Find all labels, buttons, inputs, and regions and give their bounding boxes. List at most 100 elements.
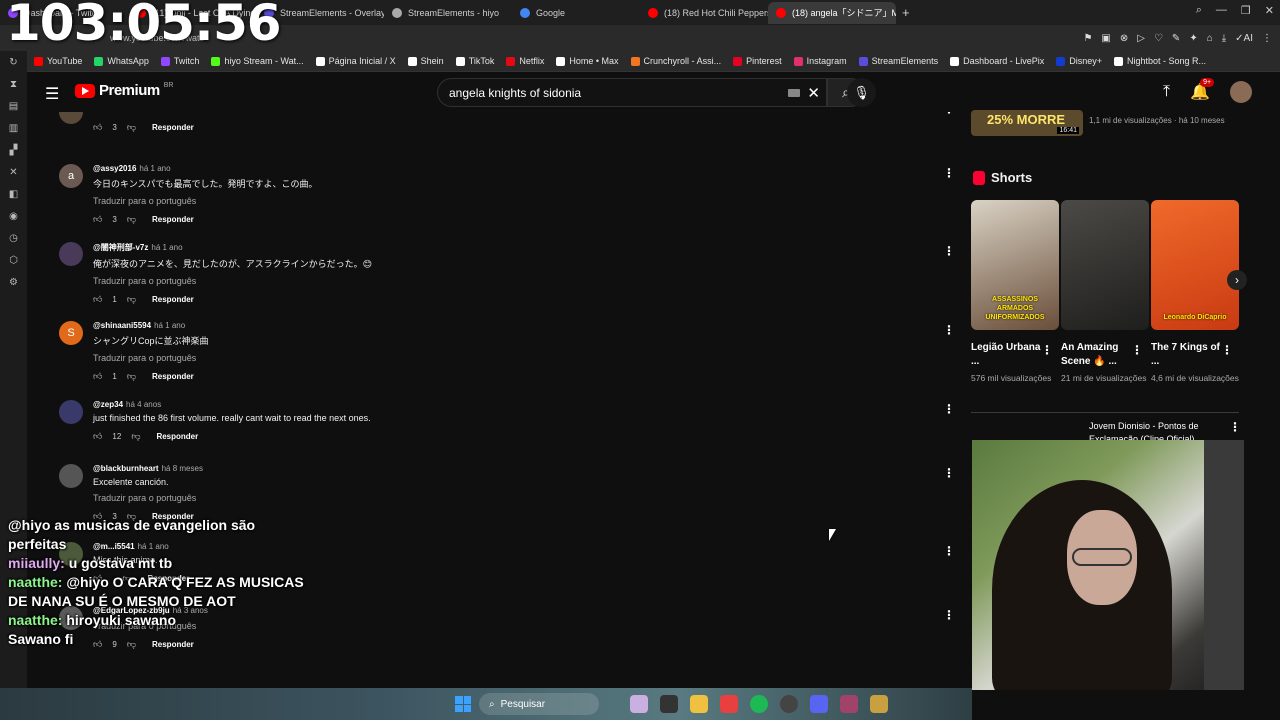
browser-tab[interactable]: StreamElements - hiyo <box>384 2 512 24</box>
translate-link[interactable]: Traduzir para o português <box>93 353 209 363</box>
app-icon[interactable]: ◧ <box>9 189 18 200</box>
bookmark-icon[interactable]: ⚑ <box>1083 33 1092 44</box>
dislike-icon[interactable]: 👎︎ <box>127 122 136 133</box>
upload-icon[interactable]: ⤒ <box>1163 83 1170 101</box>
puzzle-icon[interactable]: ✦ <box>1189 33 1197 44</box>
like-icon[interactable]: 👍︎ <box>93 431 102 442</box>
notifications-bell-icon[interactable]: 🔔 9+ <box>1190 78 1215 102</box>
dislike-icon[interactable]: 👎︎ <box>127 294 136 305</box>
reply-button[interactable]: Responder <box>152 295 194 304</box>
twitch-icon[interactable]: ▞ <box>10 145 18 156</box>
player-icon[interactable]: ◉ <box>9 211 18 222</box>
bookmark-item[interactable]: Disney+ <box>1056 56 1102 66</box>
comment-avatar[interactable] <box>59 242 83 266</box>
app-icon[interactable] <box>870 695 888 713</box>
settings-icon[interactable]: ⚙ <box>9 277 18 288</box>
bookmark-item[interactable]: Home • Max <box>556 56 619 66</box>
heart-icon[interactable]: ♡ <box>1154 33 1163 44</box>
comment-more-icon[interactable]: ⋮ <box>943 166 955 180</box>
shorts-next-button[interactable]: › <box>1227 270 1247 290</box>
discord-icon[interactable] <box>810 695 828 713</box>
pin-icon[interactable]: ⌂ <box>1207 33 1213 44</box>
download-icon[interactable]: ⤓ <box>1222 33 1226 44</box>
app-icon[interactable] <box>780 695 798 713</box>
bookmark-item[interactable]: WhatsApp <box>94 56 149 66</box>
translate-link[interactable]: Traduzir para o português <box>93 276 372 286</box>
comment-time[interactable]: há 8 meses <box>162 464 203 473</box>
bookmark-item[interactable]: Netflix <box>506 56 544 66</box>
reply-button[interactable]: Responder <box>152 372 194 381</box>
history-icon[interactable]: ⧗ <box>10 79 17 90</box>
clock-icon[interactable]: ◷ <box>9 233 18 244</box>
dislike-icon[interactable]: 👎︎ <box>131 431 140 442</box>
browser-tab[interactable]: (18) angela「シドニア」Music <box>768 1 896 24</box>
comment-avatar[interactable] <box>59 112 83 124</box>
bookmark-item[interactable]: Página Inicial / X <box>315 56 396 66</box>
short-more-icon[interactable]: ⋮ <box>1041 343 1053 357</box>
bookmark-item[interactable]: Twitch <box>160 56 199 66</box>
app-icon[interactable] <box>630 695 648 713</box>
refresh-icon[interactable]: ↻ <box>9 57 17 68</box>
bookmark-item[interactable]: Pinterest <box>733 56 782 66</box>
translate-link[interactable]: Traduzir para o português <box>93 196 318 206</box>
browser-tab[interactable]: (18) Red Hot Chili Peppers <box>640 2 768 24</box>
comment-author[interactable]: @blackburnheart <box>93 464 159 473</box>
app-icon[interactable] <box>660 695 678 713</box>
screenshot-icon[interactable]: ▣ <box>1101 33 1110 44</box>
comment-time[interactable]: há 1 ano <box>139 164 170 173</box>
cube-icon[interactable]: ⬡ <box>9 255 18 266</box>
taskbar-search[interactable]: ⌕ Pesquisar <box>479 693 599 715</box>
comment-more-icon[interactable]: ⋮ <box>943 466 955 480</box>
comment-avatar[interactable]: S <box>59 321 83 345</box>
dislike-icon[interactable]: 👎︎ <box>127 214 136 225</box>
short-card[interactable]: An Amazing Scene 🔥 ... 21 mi de visualiza… <box>1061 200 1149 385</box>
short-thumbnail[interactable] <box>1061 200 1149 330</box>
like-icon[interactable]: 👍︎ <box>93 294 102 305</box>
short-more-icon[interactable]: ⋮ <box>1131 343 1143 357</box>
comment-author[interactable]: @assy2016 <box>93 164 136 173</box>
new-tab-button[interactable]: + <box>896 5 916 20</box>
bookmark-item[interactable]: Shein <box>407 56 444 66</box>
windows-start-icon[interactable] <box>455 696 471 712</box>
bookmark-item[interactable]: Nightbot - Song R... <box>1113 56 1206 66</box>
youtube-logo[interactable]: Premium BR <box>75 82 173 99</box>
bookmark-item[interactable]: StreamElements <box>858 56 938 66</box>
like-icon[interactable]: 👍︎ <box>93 122 102 133</box>
clear-search-icon[interactable]: ✕ <box>807 84 820 102</box>
comment-more-icon[interactable]: ⋮ <box>943 112 955 116</box>
account-avatar[interactable] <box>1230 81 1252 103</box>
hamburger-menu-icon[interactable]: ☰ <box>45 84 59 104</box>
comment-avatar[interactable]: a <box>59 164 83 188</box>
browser-tab[interactable]: Google <box>512 2 640 24</box>
short-card[interactable]: ASSASSINOS ARMADOS UNIFORMIZADOS Legião U… <box>971 200 1059 385</box>
maximize-icon[interactable]: ❐ <box>1241 4 1251 17</box>
reading-icon[interactable]: ▤ <box>9 101 18 112</box>
comment-author[interactable]: @shinaani5594 <box>93 321 151 330</box>
comment-more-icon[interactable]: ⋮ <box>943 323 955 337</box>
reply-button[interactable]: Responder <box>152 123 194 132</box>
reply-button[interactable]: Responder <box>156 432 198 441</box>
translate-link[interactable]: Traduzir para o português <box>93 493 203 503</box>
short-title[interactable]: An Amazing Scene 🔥 ... <box>1061 341 1133 369</box>
bookmark-item[interactable]: Instagram <box>793 56 847 66</box>
related-video-more-icon[interactable]: ⋮ <box>1229 420 1241 434</box>
comment-more-icon[interactable]: ⋮ <box>943 402 955 416</box>
comment-avatar[interactable] <box>59 400 83 424</box>
app-icon[interactable] <box>840 695 858 713</box>
short-title[interactable]: Legião Urbana ... <box>971 341 1043 369</box>
reply-button[interactable]: Responder <box>152 215 194 224</box>
like-icon[interactable]: 👍︎ <box>93 371 102 382</box>
close-window-icon[interactable]: ✕ <box>1265 4 1274 17</box>
search-tabs-icon[interactable]: ⌕ <box>1196 4 1202 17</box>
spotify-icon[interactable] <box>750 695 768 713</box>
short-card[interactable]: Leonardo DiCaprio The 7 Kings of ... 4,6 m… <box>1151 200 1239 385</box>
short-thumbnail[interactable]: ASSASSINOS ARMADOS UNIFORMIZADOS <box>971 200 1059 330</box>
search-input[interactable]: angela knights of sidonia ✕ <box>437 78 827 107</box>
related-video-thumbnail[interactable]: 25% MORRE 16:41 <box>971 110 1083 136</box>
comment-more-icon[interactable]: ⋮ <box>943 544 955 558</box>
menu-icon[interactable]: ⋮ <box>1262 33 1272 44</box>
comment-author[interactable]: @zep34 <box>93 400 123 409</box>
dislike-icon[interactable]: 👎︎ <box>127 371 136 382</box>
comment-time[interactable]: há 4 anos <box>126 400 161 409</box>
like-icon[interactable]: 👍︎ <box>93 214 102 225</box>
